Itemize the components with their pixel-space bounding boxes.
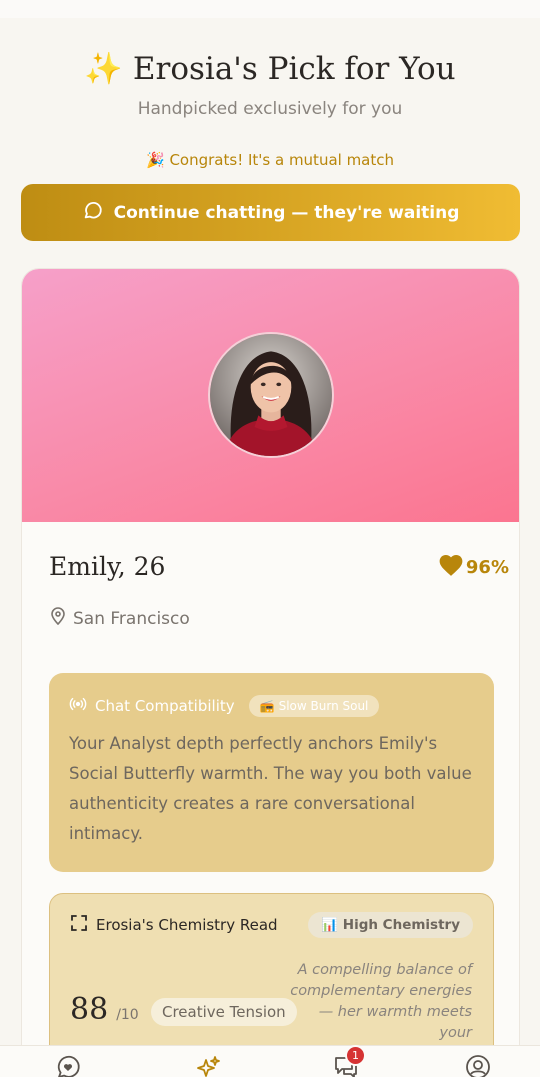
continue-chatting-label: Continue chatting — they're waiting — [113, 202, 460, 223]
match-percentage: 96% — [438, 553, 509, 582]
page-title-text: Erosia's Pick for You — [132, 51, 456, 87]
avatar[interactable] — [208, 332, 334, 458]
personality-tag-label: Slow Burn Soul — [278, 699, 369, 713]
profile-name-age: Emily, 26 — [49, 552, 166, 581]
match-percentage-value: 96% — [465, 557, 509, 578]
chat-compatibility-text: Your Analyst depth perfectly anchors Emi… — [69, 734, 472, 843]
chat-heart-icon — [55, 1055, 81, 1077]
location-text: San Francisco — [73, 608, 190, 629]
location-pin-icon — [50, 607, 66, 630]
mutual-match-banner: 🎉 Congrats! It's a mutual match — [0, 151, 540, 169]
chemistry-score-value: 88 — [70, 992, 109, 1027]
chemistry-description: A compelling balance of complementary en… — [290, 962, 472, 1041]
chemistry-level-badge: 📊 High Chemistry — [308, 912, 473, 938]
chemistry-score-denominator: /10 — [116, 1007, 139, 1023]
party-popper-icon: 🎉 — [145, 151, 165, 169]
page-title: ✨ Erosia's Pick for You — [0, 50, 540, 87]
radio-icon: 📻 — [259, 699, 275, 713]
profile-location: San Francisco — [50, 607, 190, 630]
nav-messages[interactable]: 1 — [333, 1045, 366, 1077]
nav-picks[interactable] — [195, 1054, 221, 1077]
bar-chart-icon: 📊 — [321, 917, 339, 933]
chat-bubble-icon — [82, 199, 104, 226]
profile-icon — [465, 1055, 491, 1077]
sparkles-icon — [195, 1056, 221, 1077]
chemistry-score: 88 /10 — [70, 992, 139, 1027]
messages-count-badge: 1 — [345, 1045, 366, 1066]
chat-compatibility-title: Chat Compatibility — [95, 697, 235, 715]
sparkles-emoji-icon: ✨ — [84, 51, 124, 87]
continue-chatting-button[interactable]: Continue chatting — they're waiting — [21, 184, 520, 241]
chemistry-level-label: High Chemistry — [342, 917, 460, 933]
mutual-match-text: Congrats! It's a mutual match — [169, 151, 395, 169]
chat-compatibility-header: Chat Compatibility 📻 Slow Burn Soul — [69, 695, 474, 717]
nav-profile[interactable] — [465, 1054, 491, 1077]
status-bar-area — [0, 0, 540, 18]
chat-compatibility-panel: Chat Compatibility 📻 Slow Burn Soul Your… — [49, 673, 494, 872]
match-profile-card[interactable]: Emily, 26 96% San Francisco Chat Compati… — [21, 268, 520, 1077]
profile-hero-banner — [22, 269, 519, 522]
bottom-navigation: 1 — [0, 1045, 540, 1077]
nav-chat-heart[interactable] — [55, 1054, 81, 1077]
personality-tag: 📻 Slow Burn Soul — [248, 695, 380, 717]
messages-icon — [333, 1057, 359, 1077]
chemistry-type-chip: Creative Tension — [151, 998, 297, 1026]
broadcast-icon — [69, 695, 87, 717]
scan-frame-icon — [70, 914, 88, 936]
heart-icon — [438, 553, 464, 582]
chemistry-read-header: Erosia's Chemistry Read — [70, 914, 278, 936]
chemistry-read-title: Erosia's Chemistry Read — [96, 916, 278, 934]
page-subtitle: Handpicked exclusively for you — [137, 99, 403, 119]
